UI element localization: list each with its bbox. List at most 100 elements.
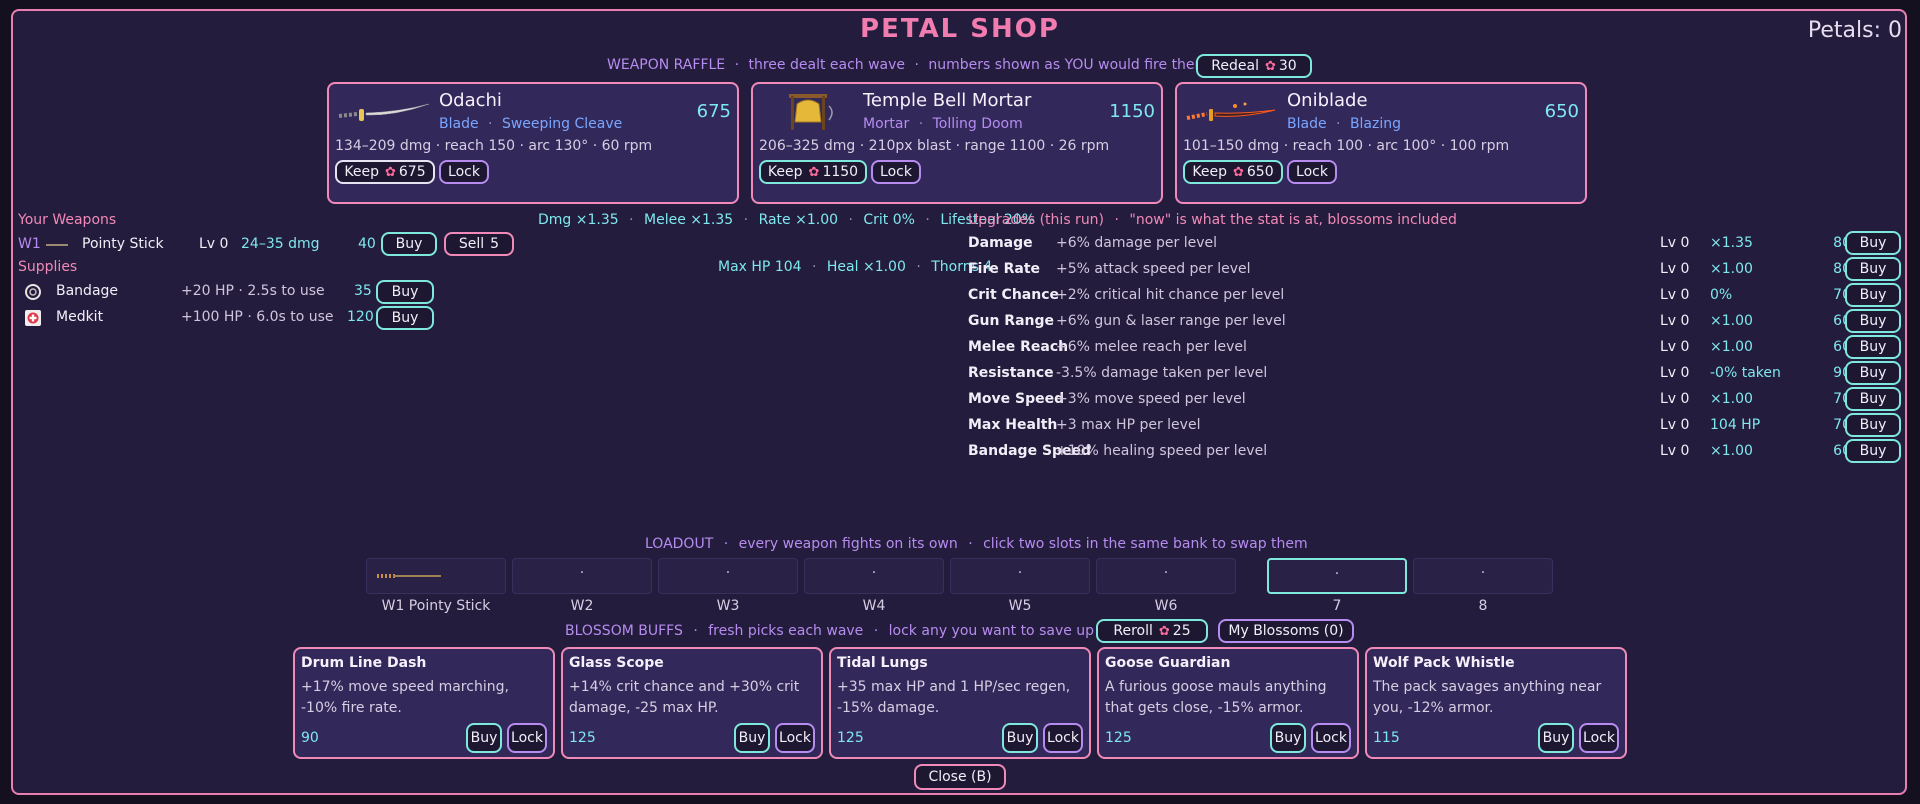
loadout-slot-7[interactable]: ·: [1267, 558, 1407, 594]
loadout-slot-w3[interactable]: ·: [658, 558, 798, 594]
upgrade-name: Melee Reach: [968, 339, 1069, 355]
upgrade-value: -0% taken: [1710, 365, 1781, 381]
buy-upgrade-button[interactable]: Buy: [1845, 257, 1901, 281]
stick-icon: [46, 244, 68, 246]
buy-upgrade-button[interactable]: Buy: [1845, 361, 1901, 385]
close-button[interactable]: Close (B): [914, 764, 1006, 790]
blossoms-desc-1: fresh picks each wave: [708, 623, 864, 639]
raffle-card-temple-bell-mortar: Temple Bell Mortar Mortar · Tolling Doom…: [751, 82, 1163, 204]
separator-dot: ·: [723, 536, 729, 552]
buy-weapon-button[interactable]: Buy: [381, 232, 437, 256]
supply-row: Medkit +100 HP · 6.0s to use 120: [18, 309, 438, 333]
supply-name: Medkit: [56, 309, 104, 325]
loadout-slot-w5[interactable]: ·: [950, 558, 1090, 594]
upgrade-desc: +3 max HP per level: [1056, 417, 1201, 433]
blossom-desc: A furious goose mauls anything that gets…: [1105, 679, 1327, 716]
medkit-icon: [25, 310, 41, 326]
buy-upgrade-button[interactable]: Buy: [1845, 309, 1901, 333]
buy-upgrade-button[interactable]: Buy: [1845, 439, 1901, 463]
temple-bell-icon: [789, 94, 833, 130]
buy-upgrade-button[interactable]: Buy: [1845, 387, 1901, 411]
supply-effect: +20 HP · 2.5s to use: [181, 283, 325, 299]
lock-blossom-button[interactable]: Lock: [1579, 723, 1619, 753]
keep-cost: 650: [1246, 164, 1274, 180]
lock-blossom-button[interactable]: Lock: [1043, 723, 1083, 753]
buy-blossom-button[interactable]: Buy: [1002, 723, 1038, 753]
weapon-trait: Sweeping Cleave: [501, 116, 623, 132]
stat-melee: Melee ×1.35: [644, 212, 734, 228]
upgrade-row: Melee Reach +6% melee reach per level Lv 0…: [968, 336, 1903, 360]
blossoms-header: BLOSSOM BUFFS · fresh picks each wave · …: [565, 623, 1118, 639]
lock-button[interactable]: Lock: [871, 160, 921, 184]
loadout-slot-8[interactable]: ·: [1413, 558, 1553, 594]
upgrade-level: Lv 0: [1660, 287, 1690, 303]
slot-label: 8: [1478, 598, 1488, 614]
separator-dot: ·: [488, 116, 493, 132]
keep-cost: 675: [398, 164, 426, 180]
redeal-button[interactable]: Redeal ✿ 30: [1196, 54, 1312, 78]
weapon-type: Blade: [439, 116, 479, 132]
loadout-slot-w4[interactable]: ·: [804, 558, 944, 594]
separator-dot: ·: [914, 57, 919, 73]
keep-label: Keep: [1192, 164, 1227, 180]
upgrade-desc: +3% move speed per level: [1056, 391, 1246, 407]
buy-medkit-button[interactable]: Buy: [376, 306, 434, 330]
upgrade-name: Resistance: [968, 365, 1054, 381]
separator-dot: ·: [1114, 212, 1119, 228]
stat-dmg: Dmg ×1.35: [538, 212, 619, 228]
buy-blossom-button[interactable]: Buy: [734, 723, 770, 753]
upgrade-row: Crit Chance +2% critical hit chance per l…: [968, 284, 1903, 308]
lock-button[interactable]: Lock: [1287, 160, 1337, 184]
loadout-label: LOADOUT: [645, 536, 714, 552]
petals-counter: Petals: 0: [1807, 18, 1902, 43]
upgrades-note: "now" is what the stat is at, blossoms i…: [1129, 212, 1457, 228]
stat-crit: Crit 0%: [863, 212, 915, 228]
weapon-name: Pointy Stick: [82, 236, 164, 252]
empty-slot-marker: ·: [1163, 565, 1169, 581]
separator-dot: ·: [916, 259, 921, 275]
my-blossoms-button[interactable]: My Blossoms (0): [1218, 619, 1354, 643]
empty-slot-marker: ·: [725, 565, 731, 581]
supply-row: Bandage +20 HP · 2.5s to use 35: [18, 283, 438, 307]
supply-effect: +100 HP · 6.0s to use: [181, 309, 334, 325]
keep-button[interactable]: Keep ✿ 675: [335, 160, 435, 184]
keep-button[interactable]: Keep ✿ 650: [1183, 160, 1283, 184]
buy-blossom-button[interactable]: Buy: [466, 723, 502, 753]
blossoms-label: BLOSSOM BUFFS: [565, 623, 683, 639]
loadout-slot-w1[interactable]: [366, 558, 506, 594]
sell-weapon-button[interactable]: Sell 5: [444, 232, 514, 256]
separator-dot: ·: [812, 259, 817, 275]
buy-bandage-button[interactable]: Buy: [376, 280, 434, 304]
empty-slot-marker: ·: [579, 565, 585, 581]
buy-upgrade-button[interactable]: Buy: [1845, 283, 1901, 307]
supplies-heading: Supplies: [18, 259, 78, 275]
buy-upgrade-button[interactable]: Buy: [1845, 413, 1901, 437]
weapon-tags: Blade · Blazing: [1287, 116, 1401, 132]
reroll-button[interactable]: Reroll ✿ 25: [1096, 619, 1208, 643]
buy-blossom-button[interactable]: Buy: [1538, 723, 1574, 753]
keep-button[interactable]: Keep ✿ 1150: [759, 160, 867, 184]
loadout-slot-w2[interactable]: ·: [512, 558, 652, 594]
lock-blossom-button[interactable]: Lock: [775, 723, 815, 753]
raffle-label: WEAPON RAFFLE: [607, 57, 726, 73]
petal-icon: ✿: [1158, 623, 1170, 639]
raffle-desc-1: three dealt each wave: [748, 57, 906, 73]
blossom-card: Drum Line Dash +17% move speed marching, …: [293, 647, 555, 759]
buy-upgrade-button[interactable]: Buy: [1845, 231, 1901, 255]
lock-blossom-button[interactable]: Lock: [1311, 723, 1351, 753]
blossom-price: 125: [1105, 730, 1132, 746]
buy-upgrade-button[interactable]: Buy: [1845, 335, 1901, 359]
blossoms-desc-2: lock any you want to save up for: [888, 623, 1118, 639]
blossom-desc: The pack savages anything near you, -12%…: [1373, 679, 1602, 716]
slot-label: 7: [1332, 598, 1342, 614]
redeal-cost: 30: [1278, 58, 1297, 74]
loadout-slot-w6[interactable]: ·: [1096, 558, 1236, 594]
blossom-name: Drum Line Dash: [301, 655, 427, 671]
loadout-header: LOADOUT · every weapon fights on its own…: [645, 536, 1308, 552]
buy-blossom-button[interactable]: Buy: [1270, 723, 1306, 753]
upgrade-level: Lv 0: [1660, 417, 1690, 433]
lock-button[interactable]: Lock: [439, 160, 489, 184]
upgrade-desc: +2% critical hit chance per level: [1056, 287, 1285, 303]
upgrade-level: Lv 0: [1660, 339, 1690, 355]
lock-blossom-button[interactable]: Lock: [507, 723, 547, 753]
